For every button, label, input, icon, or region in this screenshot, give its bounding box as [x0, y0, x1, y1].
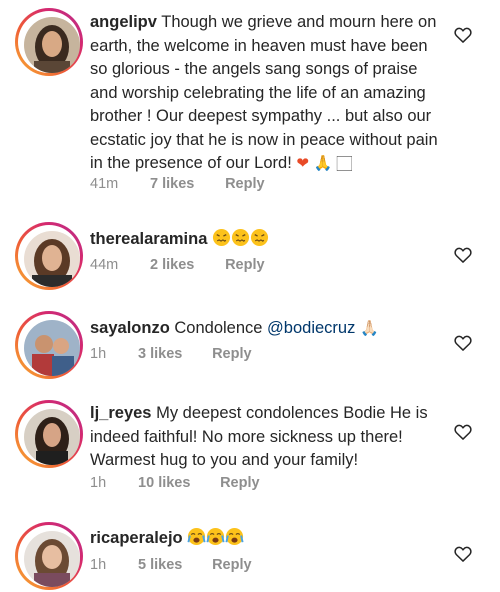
avatar-story-ring[interactable]: [15, 311, 83, 379]
confounded-face-emoji: [231, 228, 250, 247]
comment-username[interactable]: ricaperalejo: [90, 529, 183, 547]
comment-meta: 1h 10 likes Reply: [90, 475, 260, 491]
comment-timestamp: 44m: [90, 257, 119, 273]
reply-button[interactable]: Reply: [212, 346, 252, 362]
avatar-story-ring[interactable]: [15, 222, 83, 290]
comment-item: therealaramina 44m 2 likes Reply: [0, 200, 500, 290]
comment-feed: angelipv Though we grieve and mourn here…: [0, 0, 500, 592]
likes-count[interactable]: 5 likes: [138, 557, 208, 573]
comment-item: angelipv Though we grieve and mourn here…: [0, 0, 500, 200]
reply-button[interactable]: Reply: [212, 557, 252, 573]
folded-hands-emoji: 🙏: [313, 154, 333, 172]
folded-hands-emoji: 🙏: [359, 319, 379, 337]
avatar: [24, 409, 80, 465]
likes-count[interactable]: 10 likes: [138, 475, 216, 491]
comment-username[interactable]: lj_reyes: [90, 404, 151, 422]
comment-meta: 1h 5 likes Reply: [90, 557, 252, 573]
heart-outline-icon[interactable]: [453, 245, 473, 265]
crying-face-emoji: [187, 527, 206, 546]
comment-meta: 1h 3 likes Reply: [90, 346, 252, 362]
heart-outline-icon[interactable]: [453, 25, 473, 45]
comment-item: ricaperalejo 1h 5 likes Reply: [0, 505, 500, 592]
reply-button[interactable]: Reply: [225, 176, 265, 192]
comment-body: Condolence: [174, 319, 263, 337]
comment-timestamp: 41m: [90, 176, 119, 192]
comment-meta: 44m 2 likes Reply: [90, 257, 265, 273]
avatar: [24, 320, 80, 376]
comment-timestamp: 1h: [90, 346, 107, 362]
confounded-face-emoji: [212, 228, 231, 247]
likes-count[interactable]: 7 likes: [150, 176, 221, 192]
heart-outline-icon[interactable]: [453, 333, 473, 353]
heart-outline-icon[interactable]: [453, 544, 473, 564]
comment-text: angelipv Though we grieve and mourn here…: [90, 11, 440, 176]
comment-username[interactable]: angelipv: [90, 13, 157, 31]
comment-meta: 41m 7 likes Reply: [90, 176, 265, 192]
likes-count[interactable]: 3 likes: [138, 346, 208, 362]
comment-item: sayalonzo Condolence @bodiecruz 🙏🏻 1h 3 …: [0, 290, 500, 380]
heart-emoji: ❤: [296, 154, 309, 172]
crying-face-emoji: [206, 527, 225, 546]
avatar-story-ring[interactable]: [15, 522, 83, 590]
comment-body: Though we grieve and mourn here on earth…: [90, 13, 438, 172]
comment-text: therealaramina: [90, 228, 440, 252]
avatar: [24, 531, 80, 587]
comment-username[interactable]: sayalonzo: [90, 319, 170, 337]
avatar: [24, 17, 80, 73]
confounded-face-emoji: [250, 228, 269, 247]
likes-count[interactable]: 2 likes: [150, 257, 221, 273]
comment-timestamp: 1h: [90, 475, 107, 491]
comment-text: ricaperalejo: [90, 527, 440, 551]
reply-button[interactable]: Reply: [220, 475, 260, 491]
avatar-story-ring[interactable]: [15, 8, 83, 76]
heart-outline-icon[interactable]: [453, 422, 473, 442]
avatar-story-ring[interactable]: [15, 400, 83, 468]
skin-tone-modifier-emoji: 🏻: [336, 154, 352, 172]
avatar: [24, 231, 80, 287]
mention-link[interactable]: @bodiecruz: [267, 319, 355, 337]
crying-face-emoji: [225, 527, 244, 546]
comment-item: lj_reyes My deepest condolences Bodie He…: [0, 380, 500, 505]
comment-text: lj_reyes My deepest condolences Bodie He…: [90, 402, 440, 473]
reply-button[interactable]: Reply: [225, 257, 265, 273]
comment-text: sayalonzo Condolence @bodiecruz 🙏🏻: [90, 317, 440, 341]
comment-timestamp: 1h: [90, 557, 107, 573]
comment-username[interactable]: therealaramina: [90, 230, 207, 248]
